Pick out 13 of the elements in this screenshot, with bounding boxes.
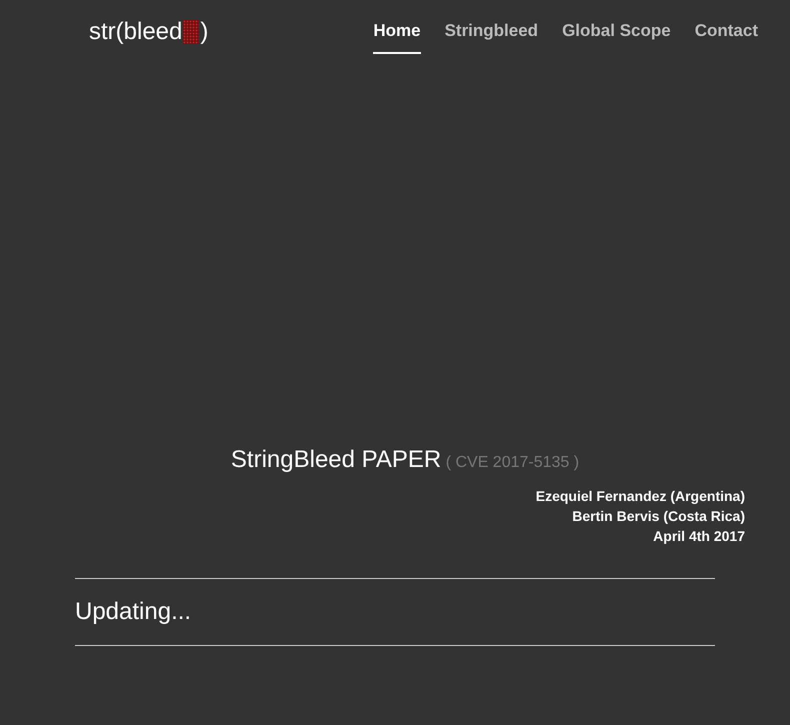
nav-link[interactable]: Contact xyxy=(694,0,758,54)
paper-title: StringBleed PAPER xyxy=(230,446,442,473)
nav-link[interactable]: Home xyxy=(373,0,421,54)
nav-link[interactable]: Stringbleed xyxy=(444,0,538,54)
logo-text[interactable]: str(bleed xyxy=(89,14,182,50)
logo-text[interactable]: ) xyxy=(200,14,208,50)
author-line: Bertin Bervis (Costa Rica) xyxy=(572,507,745,526)
nav-link[interactable]: Global Scope xyxy=(562,0,671,54)
author-line: Ezequiel Fernandez (Argentina) xyxy=(536,487,745,506)
cve-label: ( CVE 2017-5135 ) xyxy=(446,454,580,471)
date-line: April 4th 2017 xyxy=(653,527,745,546)
pattern-icon xyxy=(183,20,200,44)
status-heading: Updating... xyxy=(75,597,192,627)
